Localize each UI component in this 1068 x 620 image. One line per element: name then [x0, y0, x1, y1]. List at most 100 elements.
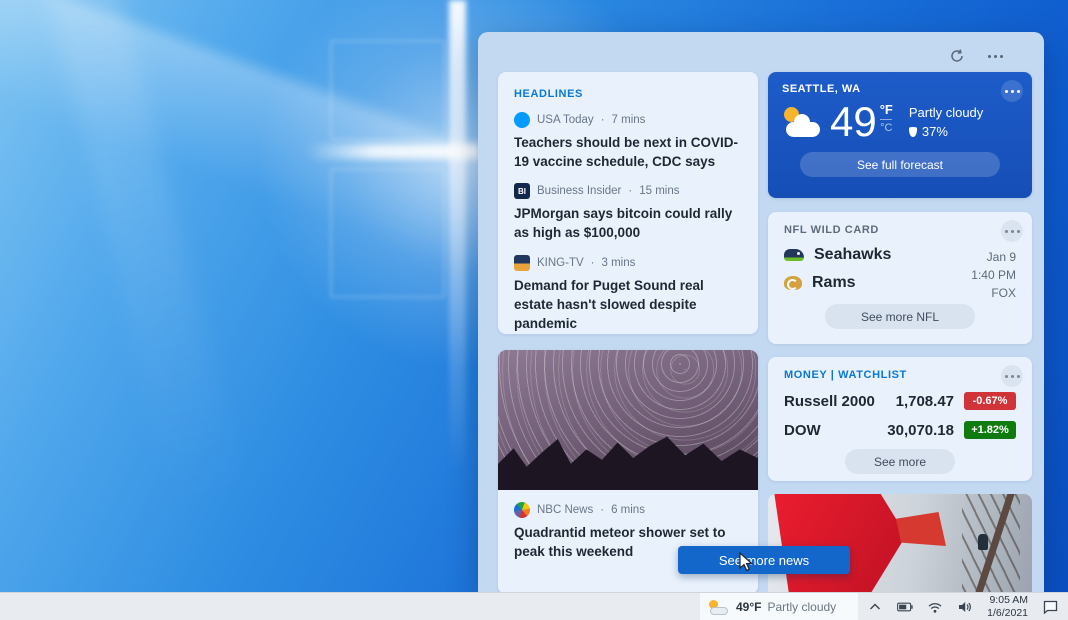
windows-logo-horizontal-beam [305, 144, 480, 159]
clock-time: 9:05 AM [989, 593, 1028, 606]
precipitation-value: 37% [921, 124, 948, 139]
money-more-options-button[interactable] [1001, 365, 1023, 387]
partly-cloudy-icon [782, 107, 824, 137]
chevron-up-icon [870, 603, 881, 610]
red-sail-photo [896, 512, 946, 546]
separator: · [628, 185, 633, 198]
headlines-title: HEADLINES [514, 88, 583, 100]
game-time: 1:40 PM [971, 268, 1016, 282]
weather-temperature: 49 [830, 98, 877, 145]
news-item[interactable]: BI Business Insider · 15 mins JPMorgan s… [514, 183, 742, 242]
news-time: 7 mins [611, 114, 646, 126]
separator: · [590, 256, 595, 269]
stock-name: DOW [784, 421, 821, 439]
weather-condition-block: Partly cloudy 37% [908, 105, 984, 139]
battery-tray-icon[interactable] [897, 599, 913, 615]
news-source-row: USA Today · 7 mins [514, 112, 742, 128]
network-tray-icon[interactable] [927, 599, 943, 615]
weather-main-row: 49 °F °C Partly cloudy 37% [782, 101, 1018, 143]
news-and-interests-flyout: HEADLINES USA Today · 7 mins Teachers sh… [478, 32, 1044, 592]
stock-row[interactable]: DOW 30,070.18 +1.82% [784, 421, 1016, 439]
money-card-title: MONEY | WATCHLIST [784, 369, 907, 381]
see-more-nfl-button[interactable]: See more NFL [825, 304, 975, 329]
see-full-forecast-button[interactable]: See full forecast [800, 152, 1000, 177]
game-date: Jan 9 [986, 250, 1016, 264]
flyout-topbar [478, 32, 1044, 72]
droplet-icon [908, 126, 917, 137]
rams-logo-icon [784, 276, 802, 290]
weather-card: SEATTLE, WA 49 °F °C Partly cloudy 37% S… [768, 72, 1032, 198]
system-tray: 9:05 AM 1/6/2021 [867, 593, 1068, 620]
unit-divider [880, 119, 893, 120]
team-name: Rams [812, 274, 856, 291]
weather-more-options-button[interactable] [1001, 80, 1023, 102]
precipitation-row: 37% [908, 124, 983, 139]
stock-name: Russell 2000 [784, 392, 875, 410]
nbc-news-logo-icon [514, 502, 530, 518]
game-info: Jan 9 1:40 PM FOX [971, 248, 1016, 302]
stock-value: 30,070.18 [887, 421, 954, 439]
partly-cloudy-icon [708, 599, 730, 615]
more-options-icon [1004, 89, 1020, 93]
nfl-more-options-button[interactable] [1001, 220, 1023, 242]
game-channel: FOX [991, 286, 1016, 300]
show-hidden-icons-button[interactable] [867, 599, 883, 615]
flyout-right-column: SEATTLE, WA 49 °F °C Partly cloudy 37% S… [768, 72, 1032, 592]
photo-story-card[interactable] [768, 494, 1032, 592]
weather-condition: Partly cloudy [908, 105, 984, 120]
news-time: 15 mins [639, 185, 680, 198]
news-source-row: BI Business Insider · 15 mins [514, 183, 742, 200]
taskbar-weather-temp: 49°F [736, 600, 762, 614]
weather-location: SEATTLE, WA [782, 83, 861, 95]
news-source: Business Insider [537, 185, 622, 198]
more-options-icon [1004, 374, 1020, 378]
volume-tray-icon[interactable] [957, 599, 973, 615]
nfl-wild-card: NFL WILD CARD Seahawks Rams Jan 9 1:40 P… [768, 212, 1032, 344]
fahrenheit-label[interactable]: °F [880, 102, 893, 117]
taskbar: 49°F Partly cloudy 9:05 AM 1/6/2021 [0, 592, 1068, 620]
meteor-shower-photo [498, 350, 758, 490]
news-source-row: KING-TV · 3 mins [514, 254, 742, 271]
news-item[interactable]: KING-TV · 3 mins Demand for Puget Sound … [514, 254, 742, 333]
flyout-left-column: HEADLINES USA Today · 7 mins Teachers sh… [498, 72, 758, 592]
taskbar-weather-condition: Partly cloudy [767, 600, 837, 614]
news-headline[interactable]: Demand for Puget Sound real estate hasn'… [514, 276, 742, 333]
see-more-news-button[interactable]: See more news [678, 546, 850, 574]
usa-today-logo-icon [514, 112, 530, 128]
unit-toggle[interactable]: °F °C [880, 102, 893, 134]
money-watchlist-card: MONEY | WATCHLIST Russell 2000 1,708.47 … [768, 357, 1032, 481]
news-time: 6 mins [611, 504, 645, 516]
climber-figure [978, 534, 988, 550]
refresh-icon [951, 49, 963, 62]
seahawks-logo-icon [784, 249, 804, 261]
taskbar-clock[interactable]: 9:05 AM 1/6/2021 [987, 594, 1028, 620]
windows-logo-pane [330, 40, 445, 140]
windows-logo-pane [330, 168, 445, 298]
news-source: USA Today [537, 114, 594, 126]
team-name: Seahawks [814, 246, 892, 263]
stock-value: 1,708.47 [895, 392, 954, 410]
news-source-row: NBC News · 6 mins [514, 502, 742, 518]
king-tv-logo-icon [514, 254, 530, 271]
news-source: NBC News [537, 504, 594, 516]
stock-change-badge: +1.82% [964, 421, 1016, 439]
taskbar-weather-button[interactable]: 49°F Partly cloudy [700, 593, 858, 620]
more-options-icon [987, 54, 1003, 58]
wifi-icon [928, 602, 942, 613]
business-insider-logo-icon: BI [514, 183, 530, 200]
more-options-icon [1004, 229, 1020, 233]
news-item[interactable]: USA Today · 7 mins Teachers should be ne… [514, 112, 742, 171]
news-headline[interactable]: Teachers should be next in COVID-19 vacc… [514, 133, 742, 171]
action-center-icon [1043, 600, 1057, 614]
news-source: KING-TV [537, 256, 584, 269]
flyout-more-options-button[interactable] [982, 43, 1008, 69]
see-more-money-button[interactable]: See more [845, 449, 955, 474]
news-time: 3 mins [601, 256, 636, 269]
stock-row[interactable]: Russell 2000 1,708.47 -0.67% [784, 392, 1016, 410]
action-center-button[interactable] [1042, 599, 1058, 615]
refresh-button[interactable] [944, 43, 970, 69]
news-headline[interactable]: JPMorgan says bitcoin could rally as hig… [514, 204, 742, 242]
speaker-icon [959, 602, 971, 612]
clock-date: 1/6/2021 [987, 607, 1028, 619]
celsius-label[interactable]: °C [880, 122, 892, 134]
